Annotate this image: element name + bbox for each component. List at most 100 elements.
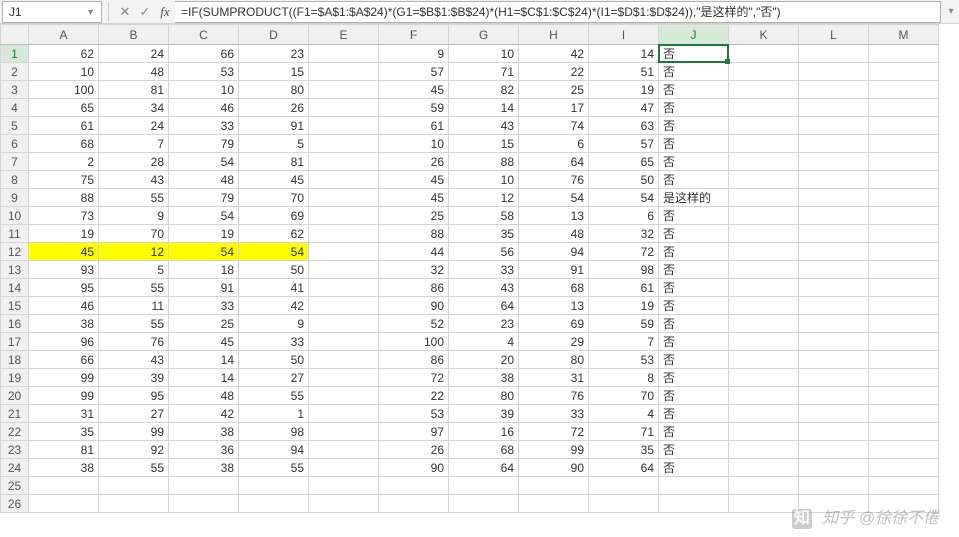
cell-B14[interactable]: 55: [99, 279, 169, 297]
cell-F8[interactable]: 45: [379, 171, 449, 189]
cell-G20[interactable]: 80: [449, 387, 519, 405]
cell-E22[interactable]: [309, 423, 379, 441]
cell-B10[interactable]: 9: [99, 207, 169, 225]
cell-E3[interactable]: [309, 81, 379, 99]
cell-C14[interactable]: 91: [169, 279, 239, 297]
cell-L12[interactable]: [799, 243, 869, 261]
cell-B20[interactable]: 95: [99, 387, 169, 405]
cell-B1[interactable]: 24: [99, 45, 169, 63]
cell-I5[interactable]: 63: [589, 117, 659, 135]
cell-J2[interactable]: 否: [659, 63, 729, 81]
cell-A3[interactable]: 100: [29, 81, 99, 99]
cell-G12[interactable]: 56: [449, 243, 519, 261]
cell-L1[interactable]: [799, 45, 869, 63]
cell-D7[interactable]: 81: [239, 153, 309, 171]
cell-E14[interactable]: [309, 279, 379, 297]
row-header-6[interactable]: 6: [1, 135, 29, 153]
row-header-17[interactable]: 17: [1, 333, 29, 351]
cell-L2[interactable]: [799, 63, 869, 81]
cell-H24[interactable]: 90: [519, 459, 589, 477]
row-header-22[interactable]: 22: [1, 423, 29, 441]
cell-D13[interactable]: 50: [239, 261, 309, 279]
cell-G26[interactable]: [449, 495, 519, 513]
cell-D12[interactable]: 54: [239, 243, 309, 261]
cell-B26[interactable]: [99, 495, 169, 513]
row-header-23[interactable]: 23: [1, 441, 29, 459]
cell-M23[interactable]: [869, 441, 939, 459]
cell-G21[interactable]: 39: [449, 405, 519, 423]
cell-A2[interactable]: 10: [29, 63, 99, 81]
cell-C9[interactable]: 79: [169, 189, 239, 207]
row-header-20[interactable]: 20: [1, 387, 29, 405]
row-header-12[interactable]: 12: [1, 243, 29, 261]
cell-L26[interactable]: [799, 495, 869, 513]
cell-G16[interactable]: 23: [449, 315, 519, 333]
cell-K8[interactable]: [729, 171, 799, 189]
cell-D6[interactable]: 5: [239, 135, 309, 153]
cell-L25[interactable]: [799, 477, 869, 495]
column-header-h[interactable]: H: [519, 25, 589, 45]
cell-B25[interactable]: [99, 477, 169, 495]
cell-F9[interactable]: 45: [379, 189, 449, 207]
cell-M3[interactable]: [869, 81, 939, 99]
cell-F4[interactable]: 59: [379, 99, 449, 117]
cell-E16[interactable]: [309, 315, 379, 333]
row-header-7[interactable]: 7: [1, 153, 29, 171]
cell-B13[interactable]: 5: [99, 261, 169, 279]
row-header-14[interactable]: 14: [1, 279, 29, 297]
cell-F13[interactable]: 32: [379, 261, 449, 279]
cell-G3[interactable]: 82: [449, 81, 519, 99]
cell-I15[interactable]: 19: [589, 297, 659, 315]
cell-C6[interactable]: 79: [169, 135, 239, 153]
cell-I11[interactable]: 32: [589, 225, 659, 243]
cell-K13[interactable]: [729, 261, 799, 279]
cell-J5[interactable]: 否: [659, 117, 729, 135]
cell-K20[interactable]: [729, 387, 799, 405]
cell-A15[interactable]: 46: [29, 297, 99, 315]
cell-G7[interactable]: 88: [449, 153, 519, 171]
cell-H17[interactable]: 29: [519, 333, 589, 351]
cell-D5[interactable]: 91: [239, 117, 309, 135]
cell-H22[interactable]: 72: [519, 423, 589, 441]
cell-G8[interactable]: 10: [449, 171, 519, 189]
row-header-21[interactable]: 21: [1, 405, 29, 423]
cell-J1[interactable]: 否: [659, 45, 729, 63]
cell-M13[interactable]: [869, 261, 939, 279]
cell-L20[interactable]: [799, 387, 869, 405]
cell-M1[interactable]: [869, 45, 939, 63]
cell-C23[interactable]: 36: [169, 441, 239, 459]
cell-C5[interactable]: 33: [169, 117, 239, 135]
cell-H7[interactable]: 64: [519, 153, 589, 171]
cell-E13[interactable]: [309, 261, 379, 279]
cell-E6[interactable]: [309, 135, 379, 153]
cell-J15[interactable]: 否: [659, 297, 729, 315]
cell-H19[interactable]: 31: [519, 369, 589, 387]
cell-K16[interactable]: [729, 315, 799, 333]
row-header-1[interactable]: 1: [1, 45, 29, 63]
row-header-15[interactable]: 15: [1, 297, 29, 315]
cell-H1[interactable]: 42: [519, 45, 589, 63]
cell-E20[interactable]: [309, 387, 379, 405]
column-header-e[interactable]: E: [309, 25, 379, 45]
cell-H13[interactable]: 91: [519, 261, 589, 279]
cell-M26[interactable]: [869, 495, 939, 513]
cell-G4[interactable]: 14: [449, 99, 519, 117]
cell-J17[interactable]: 否: [659, 333, 729, 351]
cell-G14[interactable]: 43: [449, 279, 519, 297]
cell-K17[interactable]: [729, 333, 799, 351]
cell-J25[interactable]: [659, 477, 729, 495]
column-header-i[interactable]: I: [589, 25, 659, 45]
cell-J23[interactable]: 否: [659, 441, 729, 459]
cell-K25[interactable]: [729, 477, 799, 495]
cell-M18[interactable]: [869, 351, 939, 369]
cell-J12[interactable]: 否: [659, 243, 729, 261]
cell-M7[interactable]: [869, 153, 939, 171]
cell-J4[interactable]: 否: [659, 99, 729, 117]
cell-I9[interactable]: 54: [589, 189, 659, 207]
cell-A21[interactable]: 31: [29, 405, 99, 423]
cell-C26[interactable]: [169, 495, 239, 513]
cell-A26[interactable]: [29, 495, 99, 513]
cell-F18[interactable]: 86: [379, 351, 449, 369]
row-header-9[interactable]: 9: [1, 189, 29, 207]
cell-E9[interactable]: [309, 189, 379, 207]
